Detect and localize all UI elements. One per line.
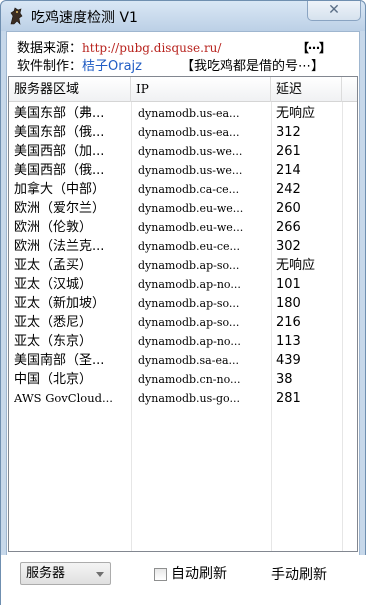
ip-cell: dynamodb.ap-so...	[138, 297, 240, 310]
ip-cell: dynamodb.ap-so...	[138, 259, 240, 272]
column-header-region[interactable]: 服务器区域	[9, 77, 131, 102]
manual-refresh-button[interactable]: 手动刷新	[267, 563, 331, 587]
ip-cell: dynamodb.sa-ea...	[138, 354, 240, 367]
table-row[interactable]: 欧洲（伦敦） dynamodb.eu-we... 266	[9, 218, 349, 237]
author-row: 软件制作：桔子Orajz	[17, 55, 142, 74]
source-link[interactable]: http://pubg.disquse.ru/	[82, 41, 221, 55]
table-row[interactable]: 亚太（孟买） dynamodb.ap-so... 无响应	[9, 256, 349, 275]
latency-cell: 101	[276, 277, 301, 292]
ip-cell: dynamodb.us-go...	[138, 392, 240, 405]
author-note[interactable]: 【我吃鸡都是借的号⋯】	[181, 55, 324, 74]
latency-cell: 214	[276, 163, 301, 178]
ip-cell: dynamodb.cn-no...	[138, 373, 241, 386]
column-header-latency[interactable]: 延迟	[271, 77, 342, 102]
ip-cell: dynamodb.ap-so...	[138, 316, 240, 329]
ip-cell: dynamodb.ca-ce...	[138, 183, 240, 196]
region-cell: 亚太（孟买）	[14, 258, 93, 273]
latency-cell: 113	[276, 334, 301, 349]
ip-cell: dynamodb.us-we...	[138, 164, 243, 177]
table-row[interactable]: 美国西部（俄... dynamodb.us-we... 214	[9, 161, 349, 180]
region-cell: AWS GovCloud...	[14, 391, 113, 405]
latency-cell: 302	[276, 239, 301, 254]
server-select-value: 服务器	[26, 566, 66, 581]
app-window: 吃鸡速度检测 V1 ✕ 数据来源：http://pubg.disquse.ru/…	[0, 0, 366, 606]
source-more-button[interactable]: 【⋯】	[297, 39, 331, 56]
auto-refresh-checkbox[interactable]	[154, 568, 167, 581]
region-cell: 美国东部（弗...	[14, 106, 105, 121]
latency-cell: 260	[276, 201, 301, 216]
latency-cell: 216	[276, 315, 301, 330]
ip-cell: dynamodb.ap-no...	[138, 335, 241, 348]
table-row[interactable]: 美国西部（加... dynamodb.us-we... 261	[9, 142, 349, 161]
server-list[interactable]: 服务器区域 IP 延迟 美国东部（弗... dynamodb.us-ea... …	[8, 76, 358, 552]
ip-cell: dynamodb.eu-we...	[138, 221, 244, 234]
latency-cell: 38	[276, 372, 293, 387]
table-row[interactable]: AWS GovCloud... dynamodb.us-go... 281	[9, 389, 349, 408]
region-cell: 欧洲（伦敦）	[14, 220, 93, 235]
region-cell: 加拿大（中部）	[14, 182, 106, 197]
region-cell: 中国（北京）	[14, 372, 93, 387]
table-row[interactable]: 亚太（悉尼） dynamodb.ap-so... 216	[9, 313, 349, 332]
ip-cell: dynamodb.eu-ce...	[138, 240, 241, 253]
region-cell: 亚太（东京）	[14, 334, 93, 349]
table-row[interactable]: 加拿大（中部） dynamodb.ca-ce... 242	[9, 180, 349, 199]
ip-cell: dynamodb.us-ea...	[138, 126, 240, 139]
latency-cell: 180	[276, 296, 301, 311]
table-header: 服务器区域 IP 延迟	[9, 77, 357, 102]
chicken-app-icon	[10, 7, 23, 25]
region-cell: 美国西部（加...	[14, 144, 105, 159]
region-cell: 美国东部（俄...	[14, 125, 105, 140]
ip-cell: dynamodb.ap-no...	[138, 278, 241, 291]
table-row[interactable]: 亚太（汉城） dynamodb.ap-no... 101	[9, 275, 349, 294]
author-link[interactable]: 桔子Orajz	[82, 59, 142, 74]
ip-cell: dynamodb.us-we...	[138, 145, 243, 158]
region-cell: 欧洲（爱尔兰）	[14, 201, 106, 216]
close-icon: ✕	[328, 2, 340, 18]
table-row[interactable]: 美国南部（圣... dynamodb.sa-ea... 439	[9, 351, 349, 370]
column-header-filler	[342, 77, 357, 102]
table-row[interactable]: 美国东部（弗... dynamodb.us-ea... 无响应	[9, 104, 349, 123]
table-row[interactable]: 中国（北京） dynamodb.cn-no... 38	[9, 370, 349, 389]
region-cell: 美国南部（圣...	[14, 353, 105, 368]
region-cell: 欧洲（法兰克...	[14, 239, 105, 254]
table-row[interactable]: 亚太（新加坡） dynamodb.ap-so... 180	[9, 294, 349, 313]
region-cell: 美国西部（俄...	[14, 163, 105, 178]
table-row[interactable]: 欧洲（爱尔兰） dynamodb.eu-we... 260	[9, 199, 349, 218]
table-row[interactable]: 欧洲（法兰克... dynamodb.eu-ce... 302	[9, 237, 349, 256]
table-row[interactable]: 美国东部（俄... dynamodb.us-ea... 312	[9, 123, 349, 142]
window-title: 吃鸡速度检测 V1	[31, 10, 138, 26]
source-label: 数据来源：	[17, 41, 83, 56]
region-cell: 亚太（汉城）	[14, 277, 93, 292]
close-button[interactable]: ✕	[307, 1, 361, 21]
chevron-down-icon	[96, 572, 104, 577]
column-header-ip[interactable]: IP	[131, 77, 271, 102]
region-cell: 亚太（悉尼）	[14, 315, 93, 330]
latency-cell: 无响应	[276, 258, 316, 273]
latency-cell: 312	[276, 125, 301, 140]
latency-cell: 242	[276, 182, 301, 197]
ip-cell: dynamodb.eu-we...	[138, 202, 244, 215]
auto-refresh-label: 自动刷新	[171, 566, 227, 582]
source-row: 数据来源：http://pubg.disquse.ru/	[17, 37, 221, 56]
latency-cell: 439	[276, 353, 301, 368]
author-label: 软件制作：	[17, 59, 83, 74]
server-select[interactable]: 服务器	[20, 562, 111, 585]
table-row[interactable]: 亚太（东京） dynamodb.ap-no... 113	[9, 332, 349, 351]
region-cell: 亚太（新加坡）	[14, 296, 106, 311]
latency-cell: 281	[276, 391, 301, 406]
title-bar[interactable]: 吃鸡速度检测 V1 ✕	[1, 1, 365, 31]
ip-cell: dynamodb.us-ea...	[138, 107, 240, 120]
latency-cell: 261	[276, 144, 301, 159]
latency-cell: 无响应	[276, 106, 316, 121]
latency-cell: 266	[276, 220, 301, 235]
